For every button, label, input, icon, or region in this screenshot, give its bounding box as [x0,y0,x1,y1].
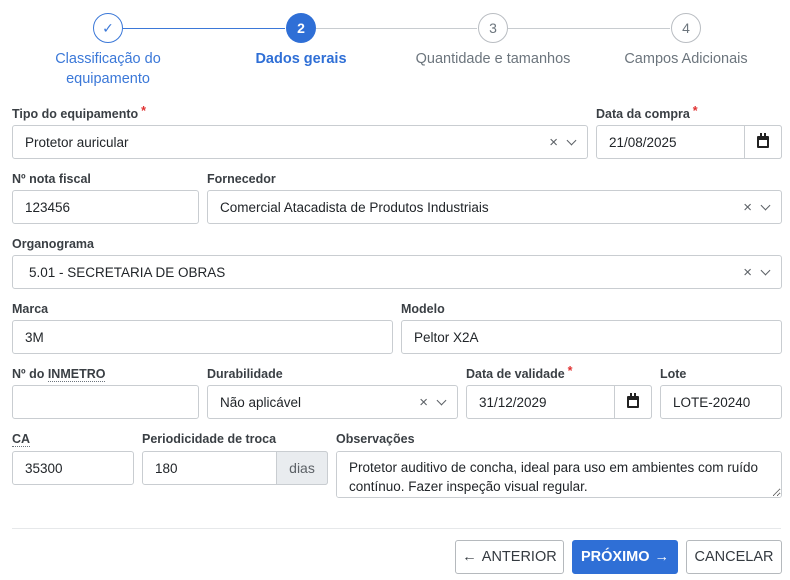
observacoes-textarea[interactable] [336,451,782,498]
ca-label: CA [12,431,31,447]
clear-icon[interactable]: × [743,264,752,281]
calendar-icon [757,133,769,148]
data-compra-input[interactable]: 21/08/2025 [596,125,782,159]
clear-icon[interactable]: × [743,199,752,216]
required-marker: * [692,104,698,118]
tipo-equipamento-value: Protetor auricular [25,134,129,150]
fornecedor-select[interactable]: Comercial Atacadista de Produtos Industr… [207,190,782,224]
periodicidade-label: Periodicidade de troca [142,432,277,446]
data-validade-label: Data de validade * [466,364,573,382]
durabilidade-label: Durabilidade [207,367,283,381]
ca-value: 35300 [25,460,63,476]
nota-fiscal-label: Nº nota fiscal [12,172,91,186]
cancelar-button[interactable]: CANCELAR [686,540,782,574]
step-connector-1 [123,28,285,29]
proximo-button[interactable]: PRÓXIMO → [572,540,678,574]
footer-divider [12,528,781,529]
lote-label: Lote [660,367,687,381]
chevron-down-icon[interactable] [566,135,577,145]
nota-fiscal-value: 123456 [25,199,71,215]
durabilidade-select[interactable]: Não aplicável × [207,385,458,419]
periodicidade-unit-addon: dias [276,451,328,485]
lote-input[interactable]: LOTE-20240 [660,385,782,419]
periodicidade-input[interactable]: 180 dias [142,451,328,485]
fornecedor-label: Fornecedor [207,172,276,186]
required-marker: * [567,364,573,378]
chevron-down-icon[interactable] [760,265,771,275]
step-1-label[interactable]: Classificação do equipamento [13,49,203,89]
marca-value: 3M [25,329,44,345]
lote-value: LOTE-20240 [673,394,751,410]
step-connector-3 [508,28,670,29]
anterior-button-label: ANTERIOR [481,549,557,565]
required-marker: * [141,104,147,118]
chevron-down-icon[interactable] [436,395,447,405]
tipo-equipamento-label-text: Tipo do equipamento [12,107,139,121]
step-3-number[interactable]: 3 [478,13,508,43]
tipo-equipamento-label: Tipo do equipamento * [12,104,147,122]
clear-icon[interactable]: × [549,134,558,151]
chevron-down-icon[interactable] [760,200,771,210]
arrow-right-icon: → [654,549,669,565]
organograma-label: Organograma [12,237,94,251]
observacoes-label: Observações [336,432,415,446]
proximo-button-label: PRÓXIMO [581,549,650,565]
modelo-value: Peltor X2A [414,329,479,345]
step-4-number[interactable]: 4 [671,13,701,43]
data-compra-calendar-button[interactable] [744,125,782,159]
data-validade-calendar-button[interactable] [614,385,652,419]
data-validade-input[interactable]: 31/12/2029 [466,385,652,419]
clear-icon[interactable]: × [419,394,428,411]
marca-input[interactable]: 3M [12,320,393,354]
ca-abbr: CA [12,432,31,447]
organograma-select[interactable]: 5.01 - SECRETARIA DE OBRAS × [12,255,782,289]
durabilidade-value: Não aplicável [220,394,302,410]
data-validade-label-text: Data de validade [466,367,565,381]
inmetro-abbr: INMETRO [47,367,106,382]
anterior-button[interactable]: ← ANTERIOR [455,540,564,574]
modelo-input[interactable]: Peltor X2A [401,320,782,354]
tipo-equipamento-select[interactable]: Protetor auricular × [12,125,588,159]
ca-input[interactable]: 35300 [12,451,134,485]
modelo-label: Modelo [401,302,445,316]
organograma-value: 5.01 - SECRETARIA DE OBRAS [29,264,226,280]
step-4-label[interactable]: Campos Adicionais [591,49,781,69]
step-2-label[interactable]: Dados gerais [206,49,396,69]
calendar-icon [627,393,639,408]
fornecedor-value: Comercial Atacadista de Produtos Industr… [220,199,489,215]
wizard-stepper: ✓ 2 3 4 Classificação do equipamento Dad… [0,0,790,100]
nota-fiscal-input[interactable]: 123456 [12,190,199,224]
marca-label: Marca [12,302,49,316]
data-compra-label: Data da compra * [596,104,698,122]
step-connector-2 [316,28,477,29]
step-3-label[interactable]: Quantidade e tamanhos [398,49,588,69]
step-2-number[interactable]: 2 [286,13,316,43]
inmetro-input[interactable] [12,385,199,419]
step-1-check-icon[interactable]: ✓ [93,13,123,43]
inmetro-label-prefix: Nº do [12,367,48,381]
cancelar-button-label: CANCELAR [694,549,774,565]
inmetro-label: Nº do INMETRO [12,366,106,382]
arrow-left-icon: ← [462,549,477,565]
data-compra-label-text: Data da compra [596,107,690,121]
